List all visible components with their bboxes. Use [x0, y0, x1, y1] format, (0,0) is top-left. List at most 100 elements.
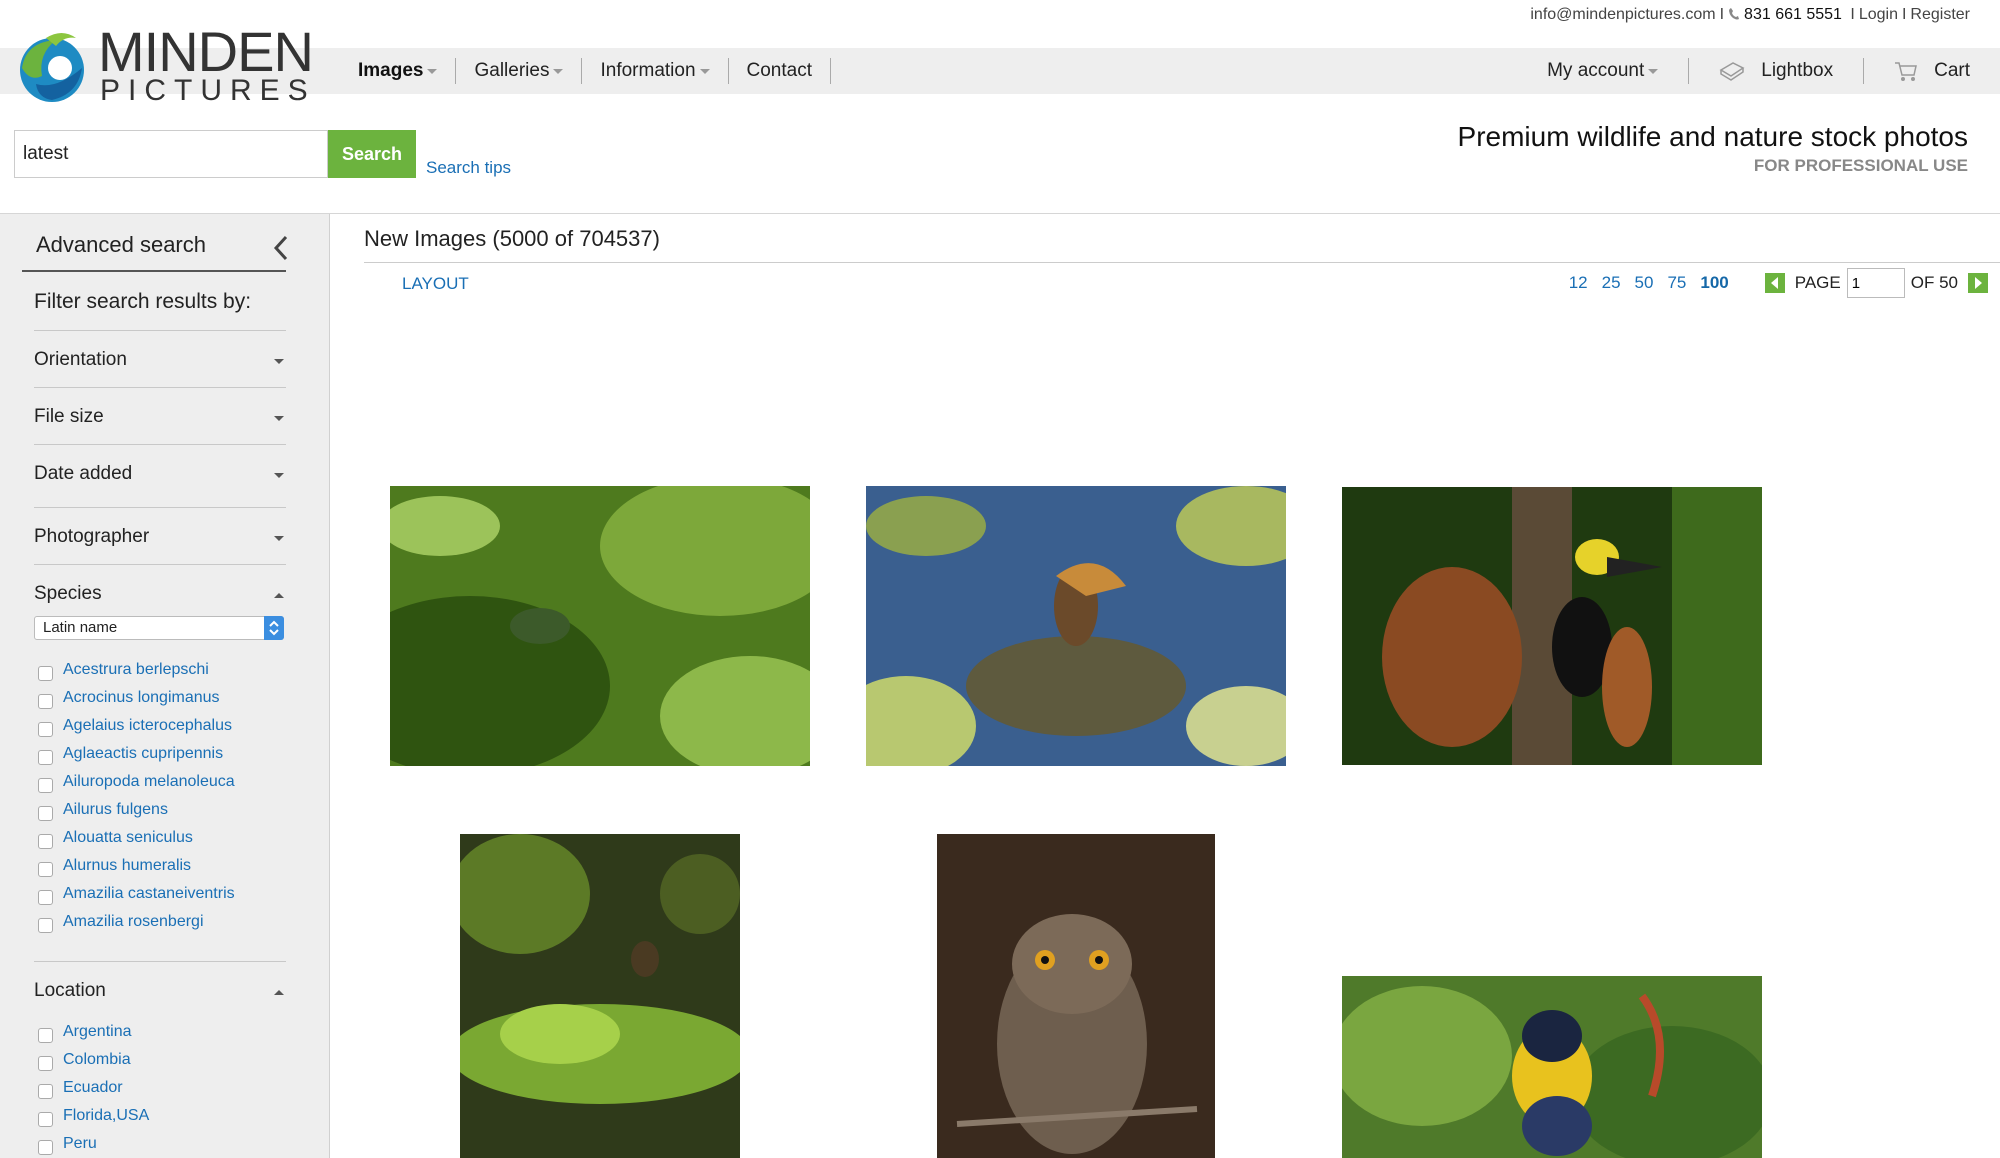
- chevron-up-icon: [274, 593, 284, 598]
- select-spinner: [264, 616, 284, 640]
- location-link[interactable]: Peru: [63, 1135, 97, 1153]
- species-link[interactable]: Alurnus humeralis: [63, 857, 191, 875]
- nav-images-label: Images: [358, 60, 424, 81]
- checkbox[interactable]: [38, 1027, 53, 1043]
- nav-images[interactable]: Images: [340, 58, 457, 84]
- nav-information[interactable]: Information: [582, 58, 729, 84]
- facet-label: Photographer: [34, 526, 150, 547]
- prev-page-button[interactable]: [1764, 273, 1785, 293]
- species-link[interactable]: Amazilia rosenbergi: [63, 913, 204, 931]
- checkbox[interactable]: [38, 805, 53, 821]
- logo[interactable]: MINDEN PICTURES: [16, 24, 314, 106]
- logo-text-minden: MINDEN: [98, 20, 314, 83]
- chevron-left-icon[interactable]: [272, 234, 290, 262]
- checkbox[interactable]: [38, 833, 53, 849]
- species-link[interactable]: Aglaeactis cupripennis: [63, 745, 223, 763]
- checkbox[interactable]: [38, 1111, 53, 1127]
- image-thumbnail[interactable]: [866, 486, 1286, 766]
- arrow-left-icon: [1770, 277, 1778, 289]
- species-link[interactable]: Ailurus fulgens: [63, 801, 168, 819]
- facet-location[interactable]: Location: [34, 962, 286, 1018]
- lightbox-icon: [1719, 62, 1745, 81]
- checkbox[interactable]: [38, 889, 53, 905]
- chevron-down-icon: [274, 416, 284, 421]
- list-item: Amazilia rosenbergi: [38, 908, 235, 936]
- caret-down-icon: [699, 68, 710, 74]
- location-link[interactable]: Florida,USA: [63, 1107, 149, 1125]
- search-button[interactable]: Search: [328, 130, 416, 178]
- per-page-12[interactable]: 12: [1569, 273, 1588, 293]
- per-page-50[interactable]: 50: [1635, 273, 1654, 293]
- photo-mossy-bird: [460, 834, 740, 1158]
- location-link[interactable]: Ecuador: [63, 1079, 123, 1097]
- location-link[interactable]: Colombia: [63, 1051, 131, 1069]
- list-item: Alouatta seniculus: [38, 824, 235, 852]
- species-link[interactable]: Agelaius icterocephalus: [63, 717, 232, 735]
- facet-species[interactable]: Species: [34, 564, 286, 604]
- species-link[interactable]: Acestrura berlepschi: [63, 661, 209, 679]
- checkbox[interactable]: [38, 861, 53, 877]
- nav-contact[interactable]: Contact: [729, 58, 831, 84]
- cart-icon: [1895, 62, 1918, 81]
- checkbox[interactable]: [38, 721, 53, 737]
- results-divider: [364, 262, 2000, 263]
- chevron-down-icon: [274, 536, 284, 541]
- next-page-button[interactable]: [1968, 273, 1988, 293]
- nav-lightbox[interactable]: Lightbox: [1689, 58, 1865, 84]
- location-list: Argentina Colombia Ecuador Florida,USA P…: [38, 1018, 149, 1158]
- list-item: Florida,USA: [38, 1102, 149, 1130]
- facet-photographer[interactable]: Photographer: [34, 507, 286, 564]
- nav-galleries-label: Galleries: [474, 60, 550, 81]
- nav-cart[interactable]: Cart: [1864, 58, 1980, 84]
- list-item: Acrocinus longimanus: [38, 684, 235, 712]
- species-link[interactable]: Alouatta seniculus: [63, 829, 193, 847]
- per-page-100[interactable]: 100: [1700, 273, 1728, 293]
- nav-my-account[interactable]: My account: [1517, 58, 1690, 84]
- checkbox[interactable]: [38, 1083, 53, 1099]
- image-thumbnail[interactable]: [1342, 976, 1762, 1158]
- checkbox[interactable]: [38, 693, 53, 709]
- layout-toggle[interactable]: LAYOUT: [402, 274, 469, 294]
- logo-text-pictures: PICTURES: [100, 74, 316, 107]
- image-thumbnail[interactable]: [460, 834, 740, 1158]
- login-link[interactable]: Login: [1859, 6, 1898, 23]
- page-total: OF 50: [1910, 273, 1958, 292]
- checkbox[interactable]: [38, 665, 53, 681]
- chevron-up-icon: [274, 990, 284, 995]
- phone-icon: [1729, 8, 1740, 20]
- search-tips-link[interactable]: Search tips: [426, 158, 511, 178]
- checkbox[interactable]: [38, 1139, 53, 1155]
- species-link[interactable]: Amazilia castaneiventris: [63, 885, 235, 903]
- checkbox[interactable]: [38, 777, 53, 793]
- photo-green-bird: [390, 486, 810, 766]
- checkbox[interactable]: [38, 1055, 53, 1071]
- search-input[interactable]: [14, 130, 328, 178]
- species-link[interactable]: Acrocinus longimanus: [63, 689, 220, 707]
- pagination: 12 25 50 75 100 PAGE OF 50: [1555, 268, 1988, 298]
- species-list: Acestrura berlepschi Acrocinus longimanu…: [38, 656, 235, 936]
- page-number-input[interactable]: [1846, 268, 1905, 298]
- register-link[interactable]: Register: [1910, 6, 1970, 23]
- checkbox[interactable]: [38, 917, 53, 933]
- location-link[interactable]: Argentina: [63, 1023, 132, 1041]
- facet-date-added[interactable]: Date added: [34, 444, 286, 507]
- chevron-down-icon: [274, 359, 284, 364]
- facet-label: Location: [34, 980, 106, 1001]
- per-page-25[interactable]: 25: [1602, 273, 1621, 293]
- image-thumbnail[interactable]: [937, 834, 1215, 1158]
- species-link[interactable]: Ailuropoda melanoleuca: [63, 773, 235, 791]
- image-thumbnail[interactable]: [390, 486, 810, 766]
- updown-arrows-icon: [269, 620, 279, 636]
- facet-orientation[interactable]: Orientation: [34, 330, 286, 387]
- email-link[interactable]: info@mindenpictures.com: [1530, 6, 1715, 23]
- checkbox[interactable]: [38, 749, 53, 765]
- species-sort-select[interactable]: Latin name: [34, 616, 284, 640]
- caret-down-icon: [553, 68, 564, 74]
- per-page-75[interactable]: 75: [1667, 273, 1686, 293]
- facet-file-size[interactable]: File size: [34, 387, 286, 444]
- image-thumbnail[interactable]: [1342, 487, 1762, 765]
- caret-down-icon: [427, 68, 438, 74]
- account-nav: My account Lightbox Cart: [1517, 48, 1980, 94]
- nav-galleries[interactable]: Galleries: [456, 58, 583, 84]
- page-label: PAGE: [1794, 273, 1841, 292]
